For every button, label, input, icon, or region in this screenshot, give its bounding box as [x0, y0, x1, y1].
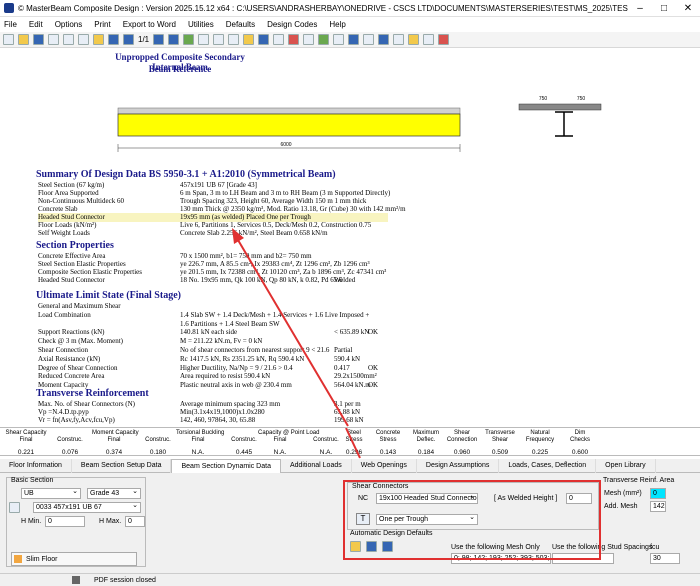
- toolbar: 1/1: [0, 32, 700, 48]
- check-icon[interactable]: [318, 34, 330, 45]
- menu-edit[interactable]: Edit: [29, 20, 43, 29]
- zoom-icon[interactable]: [213, 34, 225, 45]
- folder-icon[interactable]: [243, 34, 255, 45]
- slim-floor-icon: [14, 555, 22, 563]
- menu-export[interactable]: Export to Word: [123, 20, 176, 29]
- section-icon: [9, 502, 20, 513]
- menu-file[interactable]: File: [4, 20, 17, 29]
- basic-section-group: Basic Section UB Grade 43 0033 457x191 U…: [6, 477, 146, 567]
- add-mesh-input[interactable]: 142: [650, 501, 666, 512]
- maximize-icon[interactable]: □: [652, 3, 676, 14]
- hmin-label: H Min.: [21, 518, 42, 525]
- print-icon[interactable]: [228, 34, 240, 45]
- menu-utilities[interactable]: Utilities: [188, 20, 214, 29]
- slim-floor-label: Slim Floor: [26, 556, 58, 563]
- tab-floor-information[interactable]: Floor Information: [0, 459, 72, 473]
- add-mesh-label: Add. Mesh: [604, 503, 638, 510]
- printer-icon: [72, 576, 80, 584]
- minimize-icon[interactable]: –: [628, 3, 652, 14]
- add-icon[interactable]: [93, 34, 104, 45]
- layout-icon[interactable]: [348, 34, 360, 45]
- prev-page-icon[interactable]: [123, 34, 134, 45]
- fcu-label: fcu: [650, 544, 660, 551]
- refresh-icon[interactable]: [183, 34, 195, 45]
- pdf-icon[interactable]: [288, 34, 300, 45]
- info-icon[interactable]: [423, 34, 435, 45]
- first-page-icon[interactable]: [108, 34, 119, 45]
- hmin-input[interactable]: 0: [45, 516, 85, 527]
- next-page-icon[interactable]: [153, 34, 165, 45]
- new-icon[interactable]: [3, 34, 14, 45]
- grid-icon[interactable]: [258, 34, 270, 45]
- list-icon[interactable]: [393, 34, 405, 45]
- app-icon: [4, 3, 14, 13]
- title-bar: © MasterBeam Composite Design : Version …: [0, 0, 700, 17]
- stop-icon[interactable]: [438, 34, 450, 45]
- tab-additional-loads[interactable]: Additional Loads: [281, 459, 352, 473]
- window-icon[interactable]: [378, 34, 390, 45]
- status-bar: PDF session closed: [0, 573, 700, 586]
- hmax-label: H Max.: [99, 518, 122, 525]
- settings-icon[interactable]: [333, 34, 345, 45]
- fcu-input[interactable]: 30: [650, 553, 680, 564]
- copy-icon[interactable]: [63, 34, 74, 45]
- menu-design-codes[interactable]: Design Codes: [267, 20, 317, 29]
- word-icon[interactable]: [303, 34, 315, 45]
- highlight-box: [343, 480, 601, 560]
- status-text: PDF session closed: [94, 576, 156, 584]
- window-title: © MasterBeam Composite Design : Version …: [18, 3, 628, 13]
- report-view: Unpropped Composite Secondary Internal B…: [0, 48, 700, 428]
- menu-defaults[interactable]: Defaults: [226, 20, 255, 29]
- cut-icon[interactable]: [48, 34, 59, 45]
- table-icon[interactable]: [363, 34, 375, 45]
- arrow-annotation: [232, 228, 349, 427]
- basic-section-label: Basic Section: [11, 477, 54, 484]
- save-icon[interactable]: [33, 34, 44, 45]
- page-indicator: 1/1: [138, 35, 150, 44]
- tab-loads-cases[interactable]: Loads, Cases, Deflection: [499, 459, 597, 473]
- grade-select[interactable]: Grade 43: [87, 488, 141, 499]
- last-page-icon[interactable]: [168, 34, 180, 45]
- close-icon[interactable]: ✕: [676, 3, 700, 14]
- section-select[interactable]: 0033 457x191 UB 67: [33, 502, 141, 513]
- tab-strip: Floor Information Beam Section Setup Dat…: [0, 459, 700, 473]
- slim-floor-button[interactable]: Slim Floor: [11, 552, 137, 566]
- arrow-annotation-lower: [345, 428, 361, 459]
- chart-icon[interactable]: [273, 34, 285, 45]
- tab-open-library[interactable]: Open Library: [596, 459, 656, 473]
- tab-web-openings[interactable]: Web Openings: [352, 459, 417, 473]
- menu-options[interactable]: Options: [55, 20, 83, 29]
- menu-bar: File Edit Options Print Export to Word U…: [0, 17, 700, 32]
- tab-design-assumptions[interactable]: Design Assumptions: [417, 459, 500, 473]
- section-type-select[interactable]: UB: [21, 488, 81, 499]
- transverse-label: Transverse Reinf. Area: [603, 477, 675, 484]
- tab-beam-section-setup[interactable]: Beam Section Setup Data: [72, 459, 172, 473]
- open-icon[interactable]: [18, 34, 29, 45]
- paste-icon[interactable]: [78, 34, 89, 45]
- design-icon[interactable]: [408, 34, 420, 45]
- menu-print[interactable]: Print: [94, 20, 110, 29]
- menu-help[interactable]: Help: [329, 20, 345, 29]
- tab-beam-section-dynamic[interactable]: Beam Section Dynamic Data: [171, 459, 281, 473]
- hmax-input[interactable]: 0: [125, 516, 145, 527]
- mesh-label: Mesh (mm²): [604, 490, 642, 497]
- mesh-input[interactable]: 0: [650, 488, 666, 499]
- view-icon[interactable]: [198, 34, 210, 45]
